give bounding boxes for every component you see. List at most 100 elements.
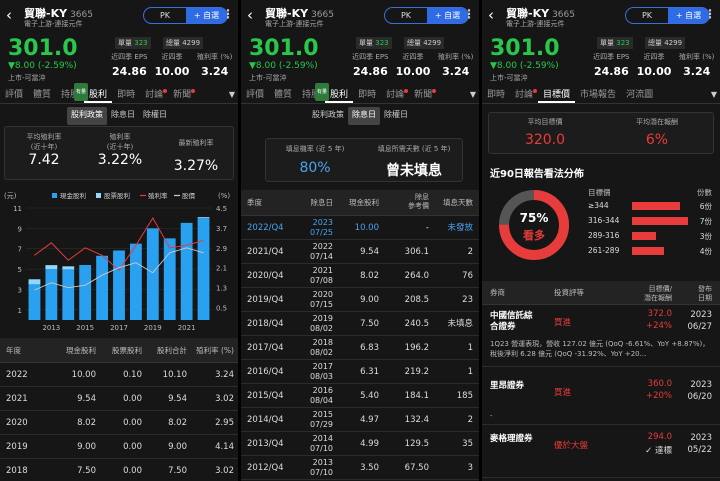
- stat-latest-yield: 最新殖利率 3.27%: [159, 138, 233, 174]
- tab-dropdown-icon[interactable]: ▼: [470, 90, 476, 99]
- table-cell: 2022/Q4: [247, 223, 284, 233]
- subtab-exdiv[interactable]: 除息日: [107, 107, 139, 125]
- report-date: 2023 06/20: [687, 380, 713, 402]
- kpi-value: 10.00: [154, 65, 190, 78]
- table-cell: 3.02: [215, 394, 234, 404]
- tab-news[interactable]: 新聞: [168, 86, 196, 103]
- add-watchlist-button[interactable]: + 自選: [668, 8, 709, 23]
- y-right-unit: (%): [218, 192, 230, 200]
- subtab-exright[interactable]: 除權日: [380, 107, 412, 125]
- table-cell: 0.00: [123, 442, 142, 452]
- header: ‹ 貿聯-KY 3665 電子上游-連接元件 PK + 自選 ⋮: [0, 0, 238, 32]
- subtab-policy[interactable]: 股利政策: [308, 107, 348, 125]
- table-row: 2016/Q4 2017 08/03 6.31 219.2 1: [241, 360, 479, 384]
- dividend-chart: (元) (%) 現金股利 股票股利 殖利率 股價 11 9 7 5 3 1 4.5 3.7 2.9 2.1 1.…: [4, 191, 230, 332]
- y-left-tick: 9: [18, 225, 22, 233]
- tab-realtime[interactable]: 即時: [482, 86, 510, 103]
- tab-dividend[interactable]: 股利: [325, 86, 354, 103]
- kpi-label: 殖利率 (%): [679, 53, 715, 61]
- tab-realtime[interactable]: 即時: [353, 86, 381, 103]
- table-cell: 9.00: [168, 442, 187, 452]
- table-cell: 2020 07/15: [309, 290, 333, 309]
- tab-holding[interactable]: 持股 有量: [56, 83, 89, 103]
- table-cell: 184.1: [404, 391, 429, 401]
- stat-label: 填息所需天數 (近 5 年): [377, 145, 451, 153]
- report-table-header: 券商 投資評等 目標價/ 潛在報酬 發布 日期: [482, 281, 720, 305]
- report-date: 2023 05/22: [687, 433, 713, 455]
- more-menu-icon[interactable]: ⋮: [463, 7, 475, 21]
- donut-pct: 75%: [519, 211, 549, 225]
- report-target: 360.0: [647, 379, 672, 389]
- tab-health[interactable]: 體質: [269, 86, 297, 103]
- tab-realtime[interactable]: 即時: [112, 86, 140, 103]
- col-exdate: 除息日: [310, 198, 334, 207]
- legend-label: 股票股利: [104, 191, 130, 200]
- legend-swatch: [52, 193, 57, 198]
- tab-river[interactable]: 河流圖: [621, 86, 658, 103]
- pk-button[interactable]: PK: [385, 8, 427, 23]
- report-target: 294.0: [647, 432, 672, 442]
- y-left-tick: 5: [18, 266, 22, 274]
- back-button[interactable]: ‹: [488, 6, 494, 24]
- pk-button[interactable]: PK: [626, 8, 668, 23]
- table-row: 2015/Q4 2016 08/04 5.40 184.1 185: [241, 384, 479, 408]
- tab-dividend[interactable]: 股利: [84, 86, 113, 103]
- tab-discussion[interactable]: 討論: [381, 86, 409, 103]
- tab-report[interactable]: 市場報告: [575, 86, 621, 103]
- table-row: 2022 10.00 0.10 10.10 3.24: [0, 363, 238, 387]
- table-cell: 2019/Q4: [247, 295, 284, 305]
- add-watchlist-button[interactable]: + 自選: [186, 8, 227, 23]
- table-cell: 208.5: [404, 295, 429, 305]
- tab-dropdown-icon[interactable]: ▼: [711, 90, 717, 99]
- report-date: 2023 06/27: [687, 310, 713, 332]
- table-cell: 240.5: [404, 319, 429, 329]
- kpi-value: 3.24: [201, 65, 229, 78]
- tab-news[interactable]: 新聞: [409, 86, 437, 103]
- stat-label: 殖利率 (近十年): [106, 133, 134, 151]
- table-cell: 2021 07/08: [309, 266, 333, 285]
- bar-cash: [113, 250, 125, 320]
- y-left-tick: 3: [18, 286, 22, 294]
- report-return: ✓ 達標: [645, 446, 672, 456]
- ex-dividend-panel: ‹ 貿聯-KY 3665 電子上游-連接元件 PK + 自選 ⋮ 301.0 ▼8.…: [241, 0, 479, 481]
- subtab-exright[interactable]: 除權日: [139, 107, 171, 125]
- add-watchlist-button[interactable]: + 自選: [427, 8, 468, 23]
- notification-dot: [191, 89, 196, 93]
- notification-dot: [432, 89, 437, 93]
- more-menu-icon[interactable]: ⋮: [222, 7, 234, 21]
- col-filldays: 填息天數: [443, 198, 473, 207]
- table-cell: 1: [467, 367, 473, 377]
- dist-bar: [632, 247, 664, 255]
- tab-valuation[interactable]: 評價: [241, 86, 269, 103]
- pk-add-group: PK + 自選: [143, 7, 228, 24]
- more-menu-icon[interactable]: ⋮: [704, 7, 716, 21]
- bar-cash: [79, 265, 92, 320]
- tab-dropdown-icon[interactable]: ▼: [229, 90, 235, 99]
- col-broker: 券商: [490, 288, 505, 297]
- tab-discussion[interactable]: 討論: [140, 86, 168, 103]
- subtab-exdiv[interactable]: 除息日: [348, 107, 380, 125]
- table-cell: 2014 07/10: [309, 434, 333, 453]
- back-button[interactable]: ‹: [6, 6, 12, 24]
- tab-discussion[interactable]: 討論: [510, 86, 538, 103]
- table-cell: 2022 07/14: [309, 242, 333, 261]
- subtab-policy[interactable]: 股利政策: [67, 107, 107, 125]
- kpi-group: 近四季 EPS 24.86 近四季 10.00 殖利率 (%) 3.24: [349, 52, 477, 78]
- target-stats-box: 平均目標價 320.0 平均潛在報酬 6%: [488, 112, 714, 154]
- table-cell: 2013/Q4: [247, 439, 284, 449]
- stat-value: 3.27%: [173, 158, 219, 174]
- tab-health[interactable]: 體質: [28, 86, 56, 103]
- kpi-label: 近四季: [402, 53, 424, 61]
- table-cell: 9.54: [77, 394, 96, 404]
- kpi-value: 24.86: [593, 65, 629, 78]
- price: 301.0: [8, 36, 78, 61]
- tab-valuation[interactable]: 評價: [0, 86, 28, 103]
- tab-target[interactable]: 目標價: [538, 86, 576, 103]
- back-button[interactable]: ‹: [247, 6, 253, 24]
- tab-holding[interactable]: 持股 有量: [297, 83, 330, 103]
- dist-range: 316-344: [588, 216, 620, 225]
- pk-button[interactable]: PK: [144, 8, 186, 23]
- fill-stats-box: 填息機率 (近 5 年) 80% 填息所需天數 (近 5 年) 曾未填息: [265, 138, 463, 182]
- table-cell: 8.02: [77, 418, 96, 428]
- kpi-value: 24.86: [111, 65, 147, 78]
